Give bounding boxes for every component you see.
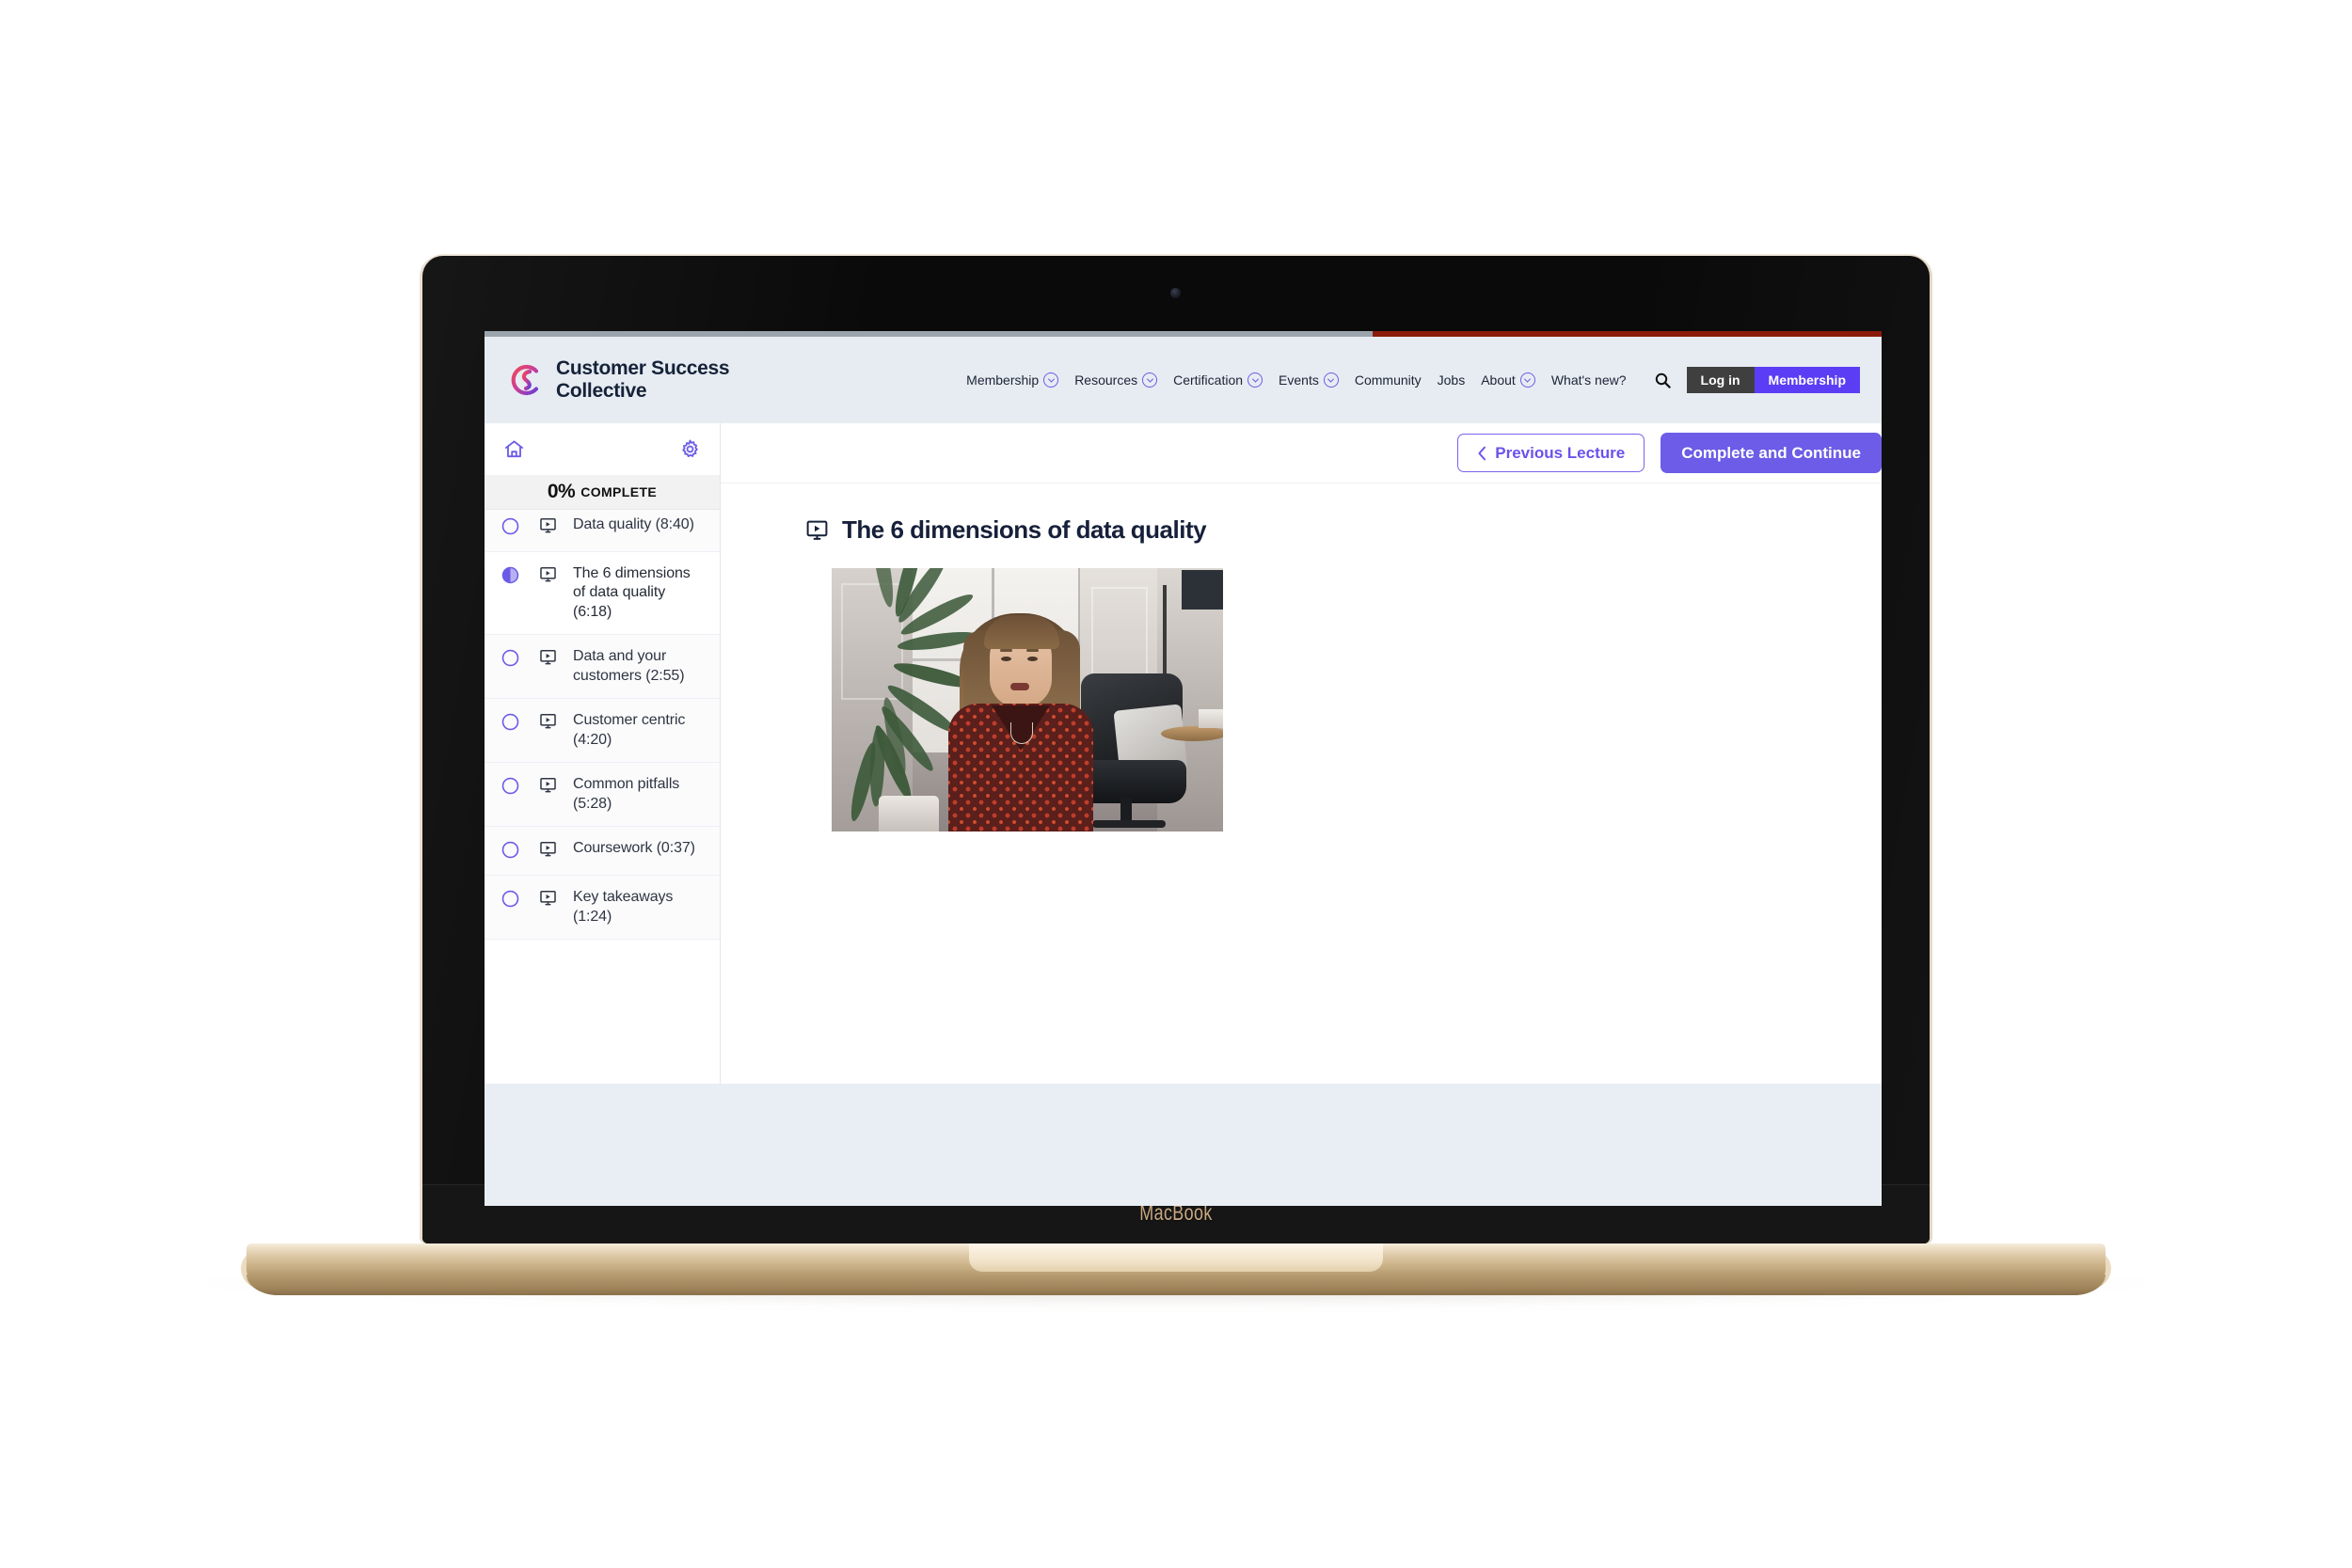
lecture-title: Coursework (0:37) — [573, 839, 695, 858]
nav-item-label: Certification — [1173, 372, 1243, 388]
lecture-list-item[interactable]: Coursework (0:37) — [485, 827, 720, 876]
base-front-notch — [969, 1243, 1383, 1272]
previous-lecture-label: Previous Lecture — [1495, 445, 1625, 461]
chevron-down-icon — [1142, 372, 1157, 388]
lesson-heading: The 6 dimensions of data quality — [805, 515, 1882, 545]
search-icon[interactable] — [1651, 368, 1676, 392]
lecture-title: Data quality (8:40) — [573, 515, 694, 534]
web-page: Customer Success Collective Membership Re… — [485, 331, 1882, 1206]
login-button[interactable]: Log in — [1687, 367, 1755, 393]
status-incomplete-icon[interactable] — [501, 777, 519, 795]
lecture-list-item[interactable]: Data and your customers (2:55) — [485, 635, 720, 699]
customer-success-collective-logo-icon — [508, 362, 544, 398]
lecture-list-item[interactable]: Data quality (8:40) — [485, 503, 720, 552]
nav-item-label: Events — [1279, 372, 1319, 388]
progress-percent: 0% — [548, 481, 575, 503]
lecture-list-item[interactable]: Common pitfalls (5:28) — [485, 763, 720, 827]
brand-text: Customer Success Collective — [556, 357, 729, 402]
lesson-action-bar: Previous Lecture Complete and Continue — [721, 423, 1882, 483]
lesson-video-player[interactable] — [832, 568, 1223, 832]
lecture-title: Key takeaways (1:24) — [573, 888, 705, 927]
brand-line-2: Collective — [556, 380, 729, 403]
lecture-list-item[interactable]: Key takeaways (1:24) — [485, 876, 720, 940]
lecture-list-scroll[interactable]: (1:42) Data quality (8:40)The 6 dimensio… — [485, 475, 720, 1084]
video-icon — [539, 516, 557, 539]
page-title: The 6 dimensions of data quality — [842, 515, 1206, 545]
progress-label: COMPLETE — [580, 484, 657, 499]
course-sidebar: 0% COMPLETE (1:42) Data quality (8:40)Th… — [485, 423, 721, 1084]
page-footer-band — [485, 1084, 1882, 1206]
nav-item-community[interactable]: Community — [1355, 372, 1422, 388]
video-icon — [539, 648, 557, 671]
status-in-progress-icon[interactable] — [501, 566, 519, 584]
lecture-list-item[interactable]: The 6 dimensions of data quality (6:18) — [485, 552, 720, 635]
previous-lecture-button[interactable]: Previous Lecture — [1457, 434, 1645, 472]
video-icon — [539, 840, 557, 863]
status-incomplete-icon[interactable] — [501, 517, 519, 535]
base-bottom-edge — [246, 1275, 2106, 1295]
brand-line-1: Customer Success — [556, 357, 729, 380]
gear-icon[interactable] — [679, 438, 701, 460]
nav-item-label: What's new? — [1551, 372, 1627, 388]
nav-item-certification[interactable]: Certification — [1173, 372, 1263, 388]
brand-logo[interactable]: Customer Success Collective — [508, 357, 729, 402]
site-header: Customer Success Collective Membership Re… — [485, 337, 1882, 423]
chevron-down-icon — [1248, 372, 1263, 388]
course-body: 0% COMPLETE (1:42) Data quality (8:40)Th… — [485, 423, 1882, 1084]
nav-item-label: About — [1481, 372, 1516, 388]
status-incomplete-icon[interactable] — [501, 649, 519, 667]
chevron-left-icon — [1477, 446, 1487, 461]
main-navigation: Membership Resources Certification Events Co… — [966, 372, 1626, 388]
lesson-main: Previous Lecture Complete and Continue T… — [721, 423, 1882, 1084]
nav-item-label: Membership — [966, 372, 1039, 388]
lecture-list-item[interactable]: Customer centric (4:20) — [485, 699, 720, 763]
nav-item-about[interactable]: About — [1481, 372, 1535, 388]
video-frame-image — [832, 568, 1223, 832]
status-incomplete-icon[interactable] — [501, 841, 519, 859]
course-progress-banner: 0% COMPLETE — [485, 475, 720, 510]
video-icon — [805, 518, 829, 542]
lesson-content: The 6 dimensions of data quality — [721, 483, 1882, 832]
complete-and-continue-button[interactable]: Complete and Continue — [1661, 433, 1882, 473]
nav-item-jobs[interactable]: Jobs — [1438, 372, 1466, 388]
sidebar-toolbar — [485, 423, 720, 476]
screen-viewport: Customer Success Collective Membership Re… — [485, 331, 1882, 1206]
nav-item-label: Jobs — [1438, 372, 1466, 388]
video-icon — [539, 776, 557, 799]
nav-item-label: Resources — [1074, 372, 1137, 388]
nav-item-what-s-new[interactable]: What's new? — [1551, 372, 1627, 388]
chevron-down-icon — [1520, 372, 1535, 388]
lecture-title: Customer centric (4:20) — [573, 711, 705, 750]
nav-item-label: Community — [1355, 372, 1422, 388]
video-icon — [539, 712, 557, 735]
lecture-title: The 6 dimensions of data quality (6:18) — [573, 564, 705, 622]
video-icon — [539, 889, 557, 911]
lecture-list: (1:42) Data quality (8:40)The 6 dimensio… — [485, 475, 720, 940]
nav-item-resources[interactable]: Resources — [1074, 372, 1157, 388]
lecture-title: Data and your customers (2:55) — [573, 647, 705, 686]
chevron-down-icon — [1324, 372, 1339, 388]
nav-item-events[interactable]: Events — [1279, 372, 1339, 388]
home-icon[interactable] — [503, 438, 525, 460]
macbook-mockup: MacBook Customer Success Collective Memb… — [0, 0, 2352, 1568]
video-icon — [539, 565, 557, 588]
lecture-title: Common pitfalls (5:28) — [573, 775, 705, 814]
membership-button[interactable]: Membership — [1755, 367, 1860, 393]
chevron-down-icon — [1043, 372, 1058, 388]
status-incomplete-icon[interactable] — [501, 713, 519, 731]
nav-item-membership[interactable]: Membership — [966, 372, 1058, 388]
webcam-icon — [1170, 288, 1181, 298]
status-incomplete-icon[interactable] — [501, 890, 519, 908]
